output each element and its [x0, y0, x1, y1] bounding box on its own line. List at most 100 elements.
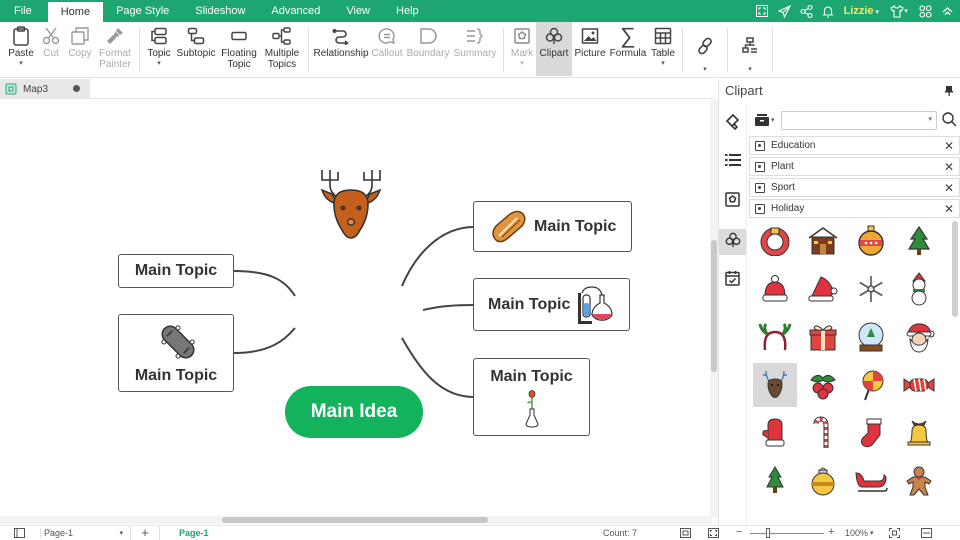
fullscreen-icon[interactable] — [756, 5, 769, 18]
menu-tab-page-style[interactable]: Page Style — [103, 0, 182, 22]
page-select-dropdown[interactable]: Page-1 ▾ — [40, 528, 126, 538]
page-tab-active[interactable]: Page-1 — [179, 528, 209, 538]
clipart-ornament-bauble[interactable] — [849, 219, 893, 263]
page-layout-icon[interactable] — [14, 528, 25, 538]
clipart-bell[interactable] — [897, 411, 941, 455]
close-icon[interactable]: ✕ — [944, 202, 954, 216]
apps-grid-icon[interactable] — [919, 4, 932, 18]
fit-window-icon[interactable] — [889, 528, 900, 538]
clipart-button[interactable]: Clipart — [536, 22, 572, 76]
menu-tab-advanced[interactable]: Advanced — [258, 0, 333, 22]
fullscreen-view-icon[interactable] — [708, 528, 719, 538]
clipart-lollipop[interactable] — [849, 363, 893, 407]
side-tab-mark[interactable] — [719, 189, 746, 215]
menu-tab-view[interactable]: View — [333, 0, 383, 22]
menu-tab-slideshow[interactable]: Slideshow — [182, 0, 258, 22]
close-icon[interactable]: ✕ — [944, 160, 954, 174]
search-icon[interactable] — [942, 112, 957, 132]
clipart-christmas-tree[interactable] — [897, 219, 941, 263]
zoom-in-button[interactable]: + — [828, 526, 834, 538]
canvas-horizontal-scrollbar[interactable] — [0, 516, 712, 524]
menu-tab-file[interactable]: File — [0, 0, 46, 22]
summary-button[interactable]: Summary — [451, 22, 499, 76]
category-sport[interactable]: Sport ✕ — [749, 178, 960, 197]
category-plant[interactable]: Plant ✕ — [749, 157, 960, 176]
pin-panel-icon[interactable] — [944, 84, 954, 96]
mindmap-canvas[interactable]: Main Topic Main Topic Main Idea Main Top… — [0, 100, 712, 518]
add-page-button[interactable]: + — [130, 525, 160, 540]
topic-button[interactable]: Topic ▾ — [144, 22, 174, 76]
menu-tab-help[interactable]: Help — [383, 0, 432, 22]
layout-button[interactable]: ▾ — [732, 22, 768, 76]
zoom-slider[interactable] — [750, 528, 824, 538]
side-tab-task[interactable] — [719, 267, 746, 293]
mark-dropdown-caret[interactable]: ▾ — [520, 60, 524, 68]
layout-dropdown-caret[interactable]: ▾ — [748, 66, 752, 74]
clipart-wreath[interactable] — [753, 219, 797, 263]
menu-tab-home[interactable]: Home — [47, 2, 104, 22]
side-tab-style[interactable] — [719, 111, 746, 137]
zoom-slider-handle[interactable] — [766, 528, 770, 538]
clipart-panel-scrollbar[interactable] — [951, 219, 959, 519]
format-painter-button[interactable]: Format Painter — [95, 22, 135, 76]
hyperlink-button[interactable]: ▾ — [687, 22, 723, 76]
category-holiday[interactable]: Holiday ✕ — [749, 199, 960, 218]
clipart-santa-hat[interactable] — [801, 267, 845, 311]
topic-dropdown-caret[interactable]: ▾ — [157, 60, 161, 68]
close-icon[interactable]: ✕ — [944, 139, 954, 153]
cut-button[interactable]: Cut — [37, 22, 65, 76]
clipart-santa-claus[interactable] — [897, 315, 941, 359]
horizontal-scroll-thumb[interactable] — [222, 517, 488, 523]
clipart-christmas-stocking[interactable] — [849, 411, 893, 455]
clipart-gingerbread-man[interactable] — [897, 459, 941, 503]
user-menu[interactable]: Lizzie ▾ — [844, 5, 879, 17]
clipart-reindeer-headband[interactable] — [753, 315, 797, 359]
clipart-sleigh[interactable] — [849, 459, 893, 503]
mark-button[interactable]: Mark ▾ — [508, 22, 536, 76]
boundary-button[interactable]: Boundary — [405, 22, 451, 76]
category-education[interactable]: Education ✕ — [749, 136, 960, 155]
clipart-gift-box[interactable] — [801, 315, 845, 359]
main-topic-left-2[interactable]: Main Topic — [118, 314, 234, 392]
clipart-reindeer[interactable] — [753, 363, 797, 407]
side-tab-clipart[interactable] — [719, 229, 746, 255]
clipart-search-input[interactable]: ▾ — [781, 111, 937, 130]
zoom-level-dropdown[interactable]: 100% ▾ — [845, 528, 874, 538]
close-icon[interactable]: ✕ — [944, 181, 954, 195]
theme-shirt-icon[interactable]: ▾ — [888, 4, 910, 18]
fit-width-icon[interactable] — [921, 528, 932, 538]
clipart-mitten[interactable] — [753, 411, 797, 455]
collapse-ribbon-icon[interactable] — [941, 5, 954, 18]
main-topic-right-3[interactable]: Main Topic — [473, 358, 590, 436]
side-tab-outline[interactable] — [719, 149, 746, 175]
clipart-holly-berries[interactable] — [801, 363, 845, 407]
notification-bell-icon[interactable] — [822, 5, 835, 18]
fit-page-icon[interactable] — [680, 528, 691, 538]
search-dropdown-caret[interactable]: ▾ — [928, 115, 932, 123]
clipart-snow-globe[interactable] — [849, 315, 893, 359]
main-topic-right-1[interactable]: Main Topic — [473, 201, 632, 252]
callout-button[interactable]: Callout — [369, 22, 405, 76]
clipart-yellow-ornament[interactable] — [801, 459, 845, 503]
share-icon[interactable] — [800, 4, 813, 18]
table-dropdown-caret[interactable]: ▾ — [661, 60, 665, 68]
canvas-vertical-scrollbar[interactable] — [710, 100, 718, 518]
panel-scroll-thumb[interactable] — [952, 221, 958, 317]
main-topic-right-2[interactable]: Main Topic — [473, 278, 630, 331]
link-dropdown-caret[interactable]: ▾ — [703, 66, 707, 74]
copy-button[interactable]: Copy — [65, 22, 95, 76]
formula-button[interactable]: ∑ Formula — [608, 22, 648, 76]
clipart-winter-hat[interactable] — [753, 267, 797, 311]
send-icon[interactable] — [777, 4, 791, 18]
zoom-out-button[interactable]: − — [736, 526, 742, 538]
central-topic[interactable]: Main Idea — [285, 386, 423, 438]
floating-topic-button[interactable]: Floating Topic — [218, 22, 260, 76]
clipart-candy[interactable] — [897, 363, 941, 407]
table-button[interactable]: Table ▾ — [648, 22, 678, 76]
clipart-gingerbread-house[interactable] — [801, 219, 845, 263]
reindeer-clipart[interactable] — [312, 164, 390, 244]
main-topic-left-1[interactable]: Main Topic — [118, 254, 234, 288]
clipart-small-tree[interactable] — [753, 459, 797, 503]
clipart-snowflake[interactable] — [849, 267, 893, 311]
relationship-button[interactable]: Relationship — [313, 22, 369, 76]
